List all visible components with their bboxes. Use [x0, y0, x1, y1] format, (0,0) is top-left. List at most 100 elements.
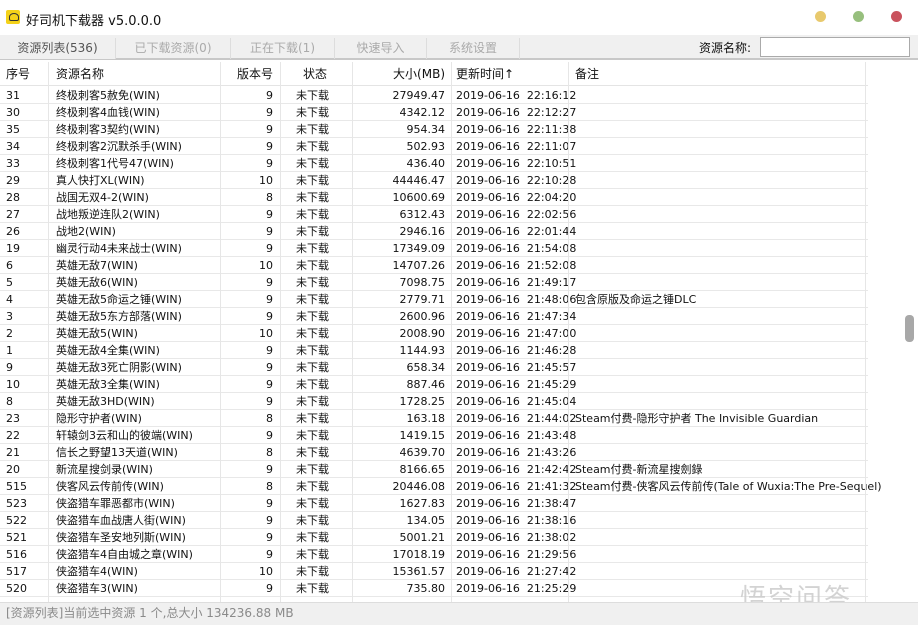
cell-id: 34 — [6, 140, 20, 153]
table-row[interactable]: 522 侠盗猎车血战唐人街(WIN) 9 未下载 134.05 2019-06-16 21… — [0, 512, 868, 529]
cell-status: 未下载 — [296, 429, 329, 442]
cell-version: 8 — [266, 412, 273, 425]
table-row[interactable]: 2 英雄无敌5(WIN) 10 未下载 2008.90 2019-06-16 21:47:… — [0, 325, 868, 342]
table-row[interactable]: 19 幽灵行动4未来战士(WIN) 9 未下载 17349.09 2019-06-16 2… — [0, 240, 868, 257]
table-row[interactable]: 4 英雄无敌5命运之锤(WIN) 9 未下载 2779.71 2019-06-16 21:… — [0, 291, 868, 308]
cell-version: 9 — [266, 497, 273, 510]
cell-id: 516 — [6, 548, 27, 561]
cell-status: 未下载 — [296, 276, 329, 289]
table-row[interactable]: 523 侠盗猎车罪恶都市(WIN) 9 未下载 1627.83 2019-06-16 21… — [0, 495, 868, 512]
col-size[interactable]: 大小(MB) — [380, 62, 445, 86]
cell-status: 未下载 — [296, 378, 329, 391]
table-row[interactable]: 10 英雄无敌3全集(WIN) 9 未下载 887.46 2019-06-16 21:45… — [0, 376, 868, 393]
table-row[interactable]: 3 英雄无敌5东方部落(WIN) 9 未下载 2600.96 2019-06-16 21:… — [0, 308, 868, 325]
cell-remark: Steam付费-侠客风云传前传(Tale of Wuxia:The Pre-Se… — [575, 480, 882, 493]
cell-time: 2019-06-16 22:04:20 — [456, 191, 577, 204]
cell-name: 侠客风云传前传(WIN) — [56, 480, 164, 493]
table-row[interactable]: 27 战地叛逆连队2(WIN) 9 未下载 6312.43 2019-06-16 22:0… — [0, 206, 868, 223]
tab-downloading[interactable]: 正在下载(1) — [231, 38, 335, 59]
table-row[interactable]: 6 英雄无敌7(WIN) 10 未下载 14707.26 2019-06-16 21:52… — [0, 257, 868, 274]
table-row[interactable]: 521 侠盗猎车圣安地列斯(WIN) 9 未下载 5001.21 2019-06-16 2… — [0, 529, 868, 546]
cell-time: 2019-06-16 22:10:51 — [456, 157, 577, 170]
table-row[interactable]: 517 侠盗猎车4(WIN) 10 未下载 15361.57 2019-06-16 21:… — [0, 563, 868, 580]
table-row[interactable]: 31 终极刺客5赦免(WIN) 9 未下载 27949.47 2019-06-16 22:… — [0, 87, 868, 104]
cell-time: 2019-06-16 21:49:17 — [456, 276, 577, 289]
cell-name: 英雄无敌3死亡阴影(WIN) — [56, 361, 182, 374]
cell-id: 8 — [6, 395, 13, 408]
maximize-button[interactable] — [853, 11, 864, 22]
table-row[interactable]: 22 轩辕剑3云和山的彼端(WIN) 9 未下载 1419.15 2019-06-16 2… — [0, 427, 868, 444]
cell-name: 幽灵行动4未来战士(WIN) — [56, 242, 182, 255]
search-input[interactable] — [760, 37, 910, 57]
table-row[interactable]: 33 终极刺客1代号47(WIN) 9 未下载 436.40 2019-06-16 22:… — [0, 155, 868, 172]
tab-resource-list[interactable]: 资源列表(536) — [0, 38, 116, 59]
cell-name: 信长之野望13天道(WIN) — [56, 446, 178, 459]
cell-remark: 包含原版及命运之锤DLC — [575, 293, 697, 306]
cell-size: 6312.43 — [399, 208, 446, 221]
cell-status: 未下载 — [296, 242, 329, 255]
cell-id: 35 — [6, 123, 20, 136]
vertical-scrollbar-thumb[interactable] — [905, 315, 914, 342]
cell-version: 9 — [266, 242, 273, 255]
table-row[interactable]: 35 终极刺客3契约(WIN) 9 未下载 954.34 2019-06-16 22:11… — [0, 121, 868, 138]
cell-time: 2019-06-16 21:38:47 — [456, 497, 577, 510]
table-row[interactable]: 9 英雄无敌3死亡阴影(WIN) 9 未下载 658.34 2019-06-16 21:4… — [0, 359, 868, 376]
cell-id: 1 — [6, 344, 13, 357]
cell-version: 10 — [259, 327, 273, 340]
col-version[interactable]: 版本号 — [225, 62, 273, 86]
table-row[interactable]: 29 真人快打XL(WIN) 10 未下载 44446.47 2019-06-16 22:… — [0, 172, 868, 189]
minimize-button[interactable] — [815, 11, 826, 22]
cell-version: 10 — [259, 565, 273, 578]
cell-time: 2019-06-16 21:45:04 — [456, 395, 577, 408]
cell-time: 2019-06-16 22:11:38 — [456, 123, 577, 136]
cell-name: 侠盗猎车3(WIN) — [56, 582, 138, 595]
tab-quick-import[interactable]: 快速导入 — [335, 38, 427, 59]
table-header: 序号 资源名称 版本号 状态 大小(MB) 更新时间↑ 备注 — [0, 62, 868, 86]
table-row[interactable]: 5 英雄无敌6(WIN) 9 未下载 7098.75 2019-06-16 21:49:1… — [0, 274, 868, 291]
close-button[interactable] — [891, 11, 902, 22]
tab-settings[interactable]: 系统设置 — [427, 38, 520, 59]
tab-downloaded[interactable]: 已下载资源(0) — [116, 38, 231, 59]
col-remark[interactable]: 备注 — [575, 62, 599, 86]
table-row[interactable]: 1 英雄无敌4全集(WIN) 9 未下载 1144.93 2019-06-16 21:46… — [0, 342, 868, 359]
col-time[interactable]: 更新时间↑ — [456, 62, 514, 86]
cell-status: 未下载 — [296, 123, 329, 136]
table-row[interactable]: 515 侠客风云传前传(WIN) 8 未下载 20446.08 2019-06-16 21… — [0, 478, 882, 495]
cell-status: 未下载 — [296, 565, 329, 578]
cell-size: 20446.08 — [392, 480, 446, 493]
cell-size: 1144.93 — [399, 344, 446, 357]
cell-name: 终极刺客5赦免(WIN) — [56, 89, 160, 102]
table-row[interactable]: 21 信长之野望13天道(WIN) 8 未下载 4639.70 2019-06-16 21… — [0, 444, 868, 461]
cell-size: 17349.09 — [392, 242, 446, 255]
cell-time: 2019-06-16 22:01:44 — [456, 225, 577, 238]
cell-status: 未下载 — [296, 310, 329, 323]
cell-name: 隐形守护者(WIN) — [56, 412, 142, 425]
table-row[interactable]: 30 终极刺客4血钱(WIN) 9 未下载 4342.12 2019-06-16 22:1… — [0, 104, 868, 121]
cell-name: 英雄无敌5(WIN) — [56, 327, 138, 340]
table-row[interactable]: 520 侠盗猎车3(WIN) 9 未下载 735.80 2019-06-16 21:25:… — [0, 580, 868, 597]
table-row[interactable]: 20 新流星搜剑录(WIN) 9 未下载 8166.65 2019-06-16 21:42… — [0, 461, 868, 478]
cell-version: 9 — [266, 548, 273, 561]
table-row[interactable]: 28 战国无双4-2(WIN) 8 未下载 10600.69 2019-06-16 22:… — [0, 189, 868, 206]
cell-name: 终极刺客1代号47(WIN) — [56, 157, 174, 170]
cell-version: 9 — [266, 531, 273, 544]
table-row[interactable]: 23 隐形守护者(WIN) 8 未下载 163.18 2019-06-16 21:44:0… — [0, 410, 868, 427]
col-id[interactable]: 序号 — [6, 62, 30, 86]
cell-version: 9 — [266, 140, 273, 153]
cell-status: 未下载 — [296, 395, 329, 408]
table-row[interactable]: 34 终极刺客2沉默杀手(WIN) 9 未下载 502.93 2019-06-16 22:… — [0, 138, 868, 155]
table-row[interactable]: 26 战地2(WIN) 9 未下载 2946.16 2019-06-16 22:01:44 — [0, 223, 868, 240]
table-row[interactable]: 516 侠盗猎车4自由城之章(WIN) 9 未下载 17018.19 2019-06-16… — [0, 546, 868, 563]
cell-id: 521 — [6, 531, 27, 544]
cell-size: 2600.96 — [399, 310, 446, 323]
col-status[interactable]: 状态 — [303, 62, 327, 86]
cell-id: 523 — [6, 497, 27, 510]
col-name[interactable]: 资源名称 — [56, 62, 104, 86]
cell-status: 未下载 — [296, 140, 329, 153]
cell-status: 未下载 — [296, 208, 329, 221]
cell-name: 英雄无敌7(WIN) — [56, 259, 138, 272]
cell-status: 未下载 — [296, 191, 329, 204]
table-row[interactable]: 8 英雄无敌3HD(WIN) 9 未下载 1728.25 2019-06-16 21:45… — [0, 393, 868, 410]
cell-id: 19 — [6, 242, 20, 255]
cell-time: 2019-06-16 22:11:07 — [456, 140, 577, 153]
